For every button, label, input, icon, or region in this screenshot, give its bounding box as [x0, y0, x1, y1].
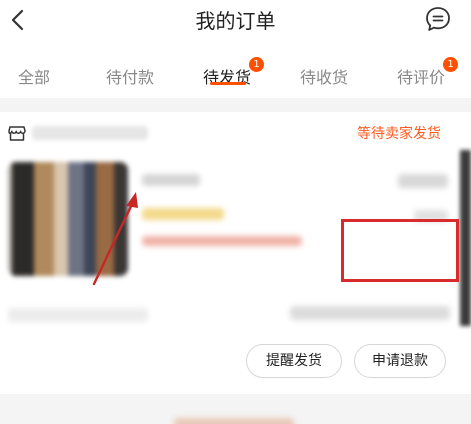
product-price-redacted — [398, 174, 448, 188]
product-promo-redacted — [142, 236, 302, 246]
product-title-redacted — [142, 174, 200, 186]
shop-name-redacted[interactable] — [32, 126, 148, 140]
active-tab-indicator — [210, 82, 246, 85]
top-nav-bar: 我的订单 — [0, 0, 471, 40]
annotation-highlight-box — [341, 219, 459, 282]
chat-bubble-icon[interactable] — [424, 5, 452, 33]
tab-pending-review[interactable]: 待评价 — [397, 64, 445, 88]
tab-all[interactable]: 全部 — [18, 64, 50, 88]
order-note-redacted — [8, 308, 148, 322]
side-scrollbar[interactable] — [460, 150, 471, 326]
annotation-arrow — [92, 192, 138, 286]
tab-pending-review-badge: 1 — [443, 57, 458, 72]
remind-shipment-button[interactable]: 提醒发货 — [246, 344, 342, 378]
tab-pending-shipment-badge: 1 — [249, 57, 264, 72]
product-tag-redacted — [142, 208, 224, 220]
order-total-redacted — [290, 306, 450, 320]
refund-request-button[interactable]: 申请退款 — [354, 344, 446, 378]
orders-page: 我的订单 全部 待付款 待发货 1 待收货 待评价 1 等待卖家发货 提醒发货 … — [0, 0, 471, 424]
next-section — [0, 400, 471, 424]
tab-pending-payment[interactable]: 待付款 — [106, 64, 154, 88]
next-section-redacted — [174, 418, 294, 424]
order-tabs: 全部 待付款 待发货 1 待收货 待评价 1 — [0, 40, 471, 98]
shop-icon — [8, 126, 26, 141]
page-title: 我的订单 — [195, 9, 276, 33]
order-status: 等待卖家发货 — [357, 126, 441, 142]
tab-pending-receipt[interactable]: 待收货 — [300, 64, 348, 88]
